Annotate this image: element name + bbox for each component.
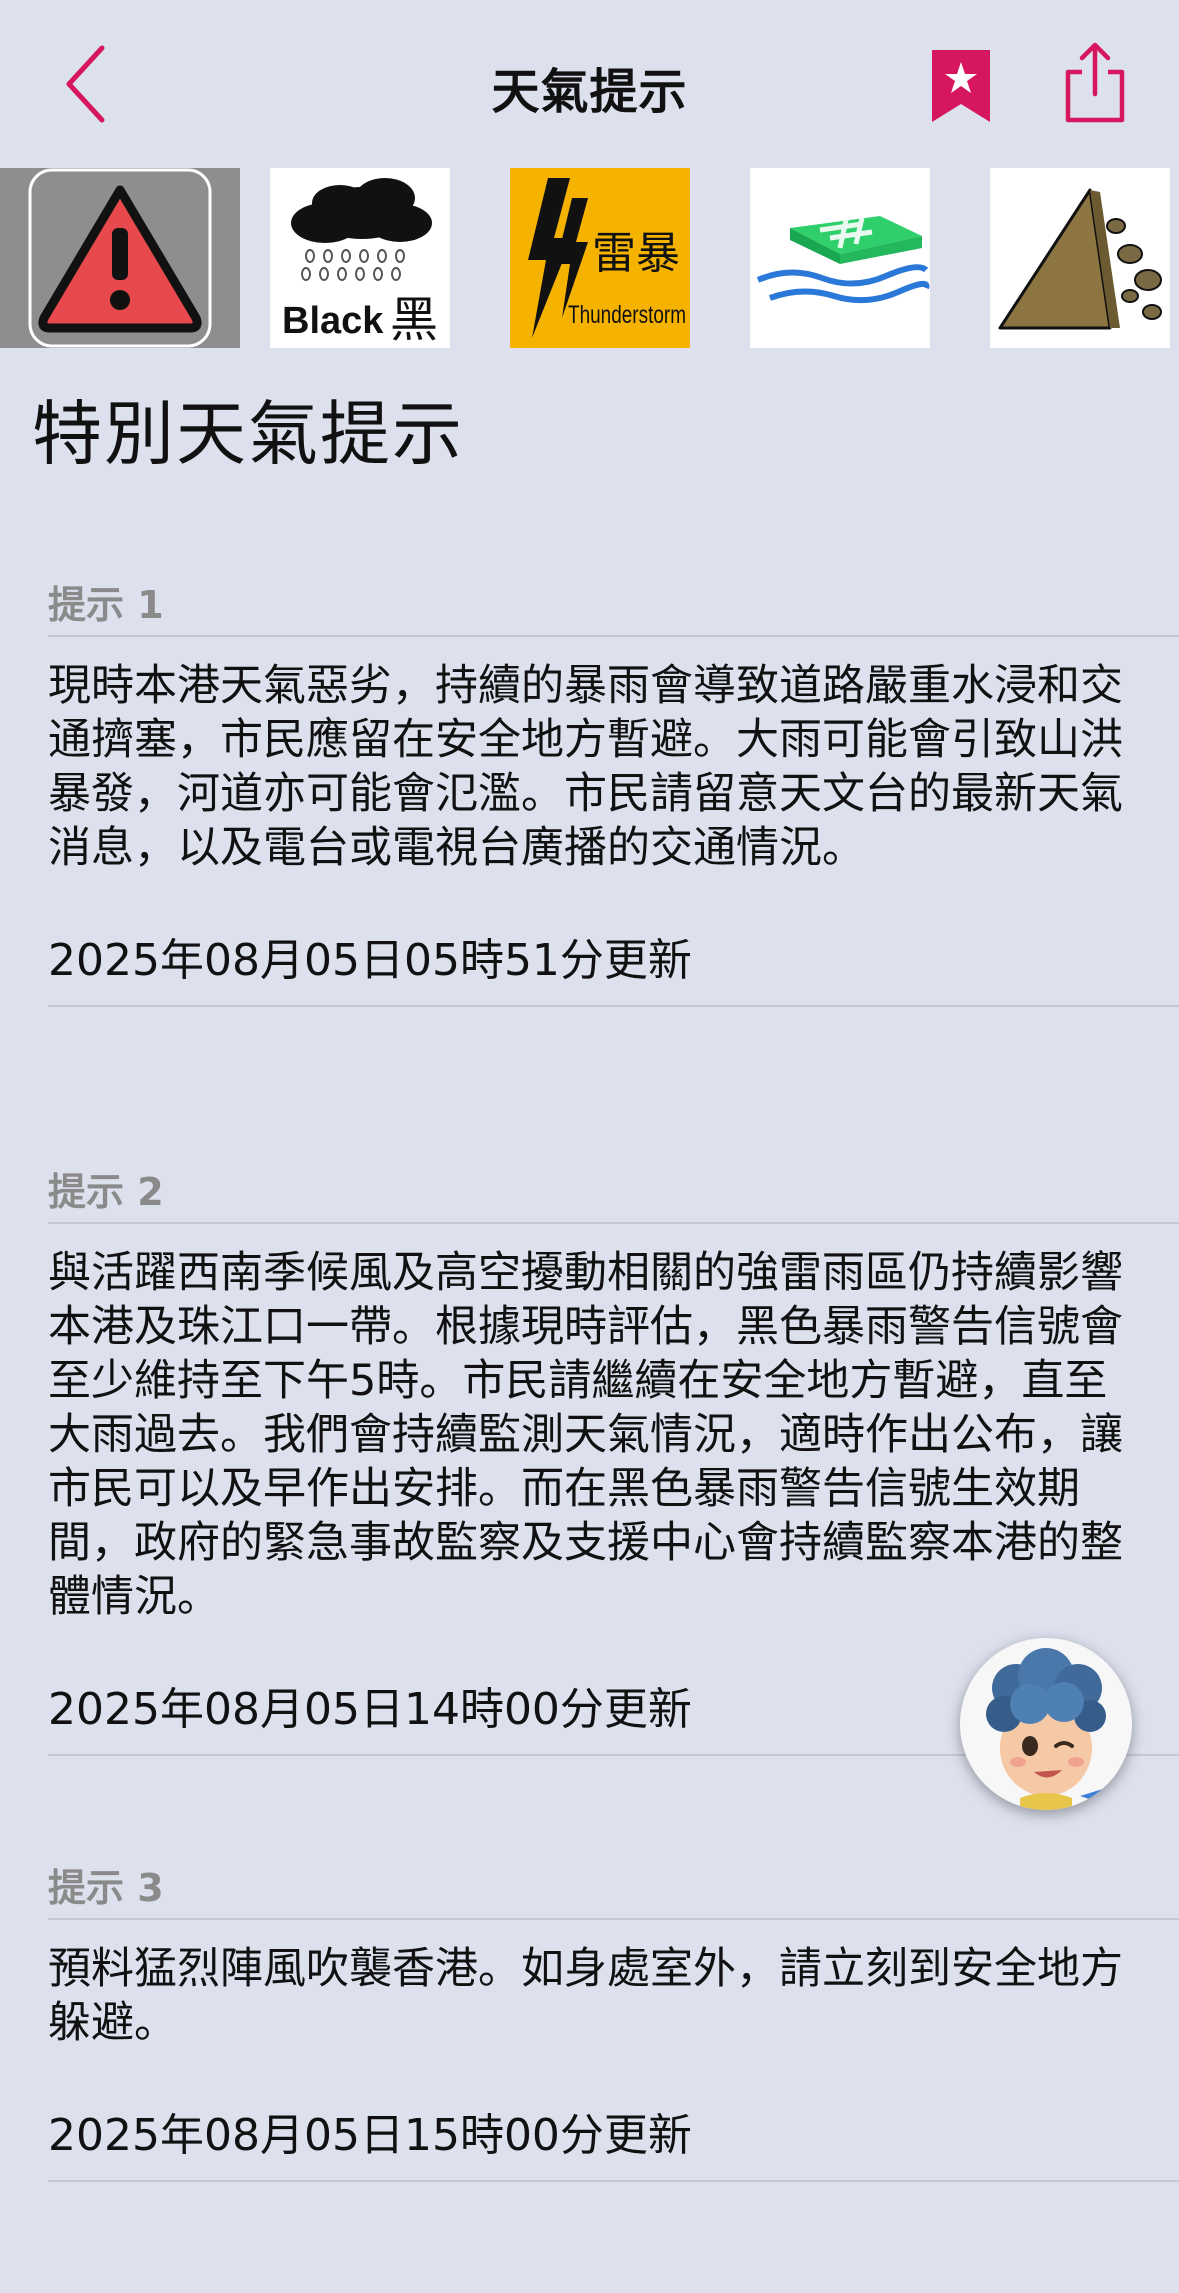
tip-updated-time: 2025年08月05日05時51分更新 [48, 935, 692, 986]
thunderstorm-warning-icon: 雷暴 Thunderstorm [510, 168, 690, 348]
tip-label: 提示 3 [48, 1866, 164, 1910]
black-rainstorm-label-zh: 黑 [390, 292, 438, 348]
divider [48, 635, 1179, 637]
tip-body: 與活躍西南季候風及高空擾動相關的強雷雨區仍持續影響本港及珠江口一帶。根據現時評估… [48, 1248, 1123, 1622]
landslip-tile[interactable] [990, 168, 1170, 348]
bookmark-button[interactable] [930, 48, 992, 124]
tip-section-3: 提示 3 預料猛烈陣風吹襲香港。如身處室外，請立刻到安全地方躲避。 2025年0… [48, 1858, 1179, 2182]
share-button[interactable] [1060, 40, 1130, 124]
tip-label: 提示 2 [48, 1170, 164, 1214]
divider [48, 2180, 1179, 2182]
flooding-tile[interactable] [750, 168, 930, 348]
app-screen: 天氣提示 Black 黑 雷暴 Thunderstorm 特別天氣提示 提示 1… [0, 0, 1179, 2293]
tip-body: 現時本港天氣惡劣，持續的暴雨會導致道路嚴重水浸和交通擠塞，市民應留在安全地方暫避… [48, 661, 1123, 873]
black-rainstorm-label-en: Black [282, 300, 384, 342]
tip-updated-time: 2025年08月05日15時00分更新 [48, 2110, 692, 2161]
divider [48, 1222, 1179, 1224]
special-weather-tips-icon [28, 168, 212, 348]
tip-label: 提示 1 [48, 583, 164, 627]
page-title: 特別天氣提示 [32, 393, 464, 475]
landslip-icon [990, 168, 1170, 348]
nav-bar: 天氣提示 [0, 0, 1179, 165]
bookmark-star-icon [932, 50, 990, 122]
black-rainstorm-tile[interactable]: Black 黑 [270, 168, 450, 348]
tip-section-1: 提示 1 現時本港天氣惡劣，持續的暴雨會導致道路嚴重水浸和交通擠塞，市民應留在安… [48, 575, 1179, 1007]
thunderstorm-tile[interactable]: 雷暴 Thunderstorm [510, 168, 690, 348]
tip-body: 預料猛烈陣風吹襲香港。如身處室外，請立刻到安全地方躲避。 [48, 1944, 1123, 2048]
thunderstorm-label-en: Thunderstorm [568, 301, 686, 329]
black-rainstorm-icon: Black 黑 [270, 168, 450, 348]
divider [48, 1918, 1179, 1920]
warning-icon-strip: Black 黑 雷暴 Thunderstorm [0, 168, 1179, 348]
share-icon [1065, 42, 1125, 123]
special-weather-tips-tile[interactable] [0, 168, 240, 348]
assistant-avatar-button[interactable] [960, 1638, 1132, 1810]
flooding-northern-nt-icon [750, 168, 930, 348]
divider [48, 1005, 1179, 1007]
thunderstorm-label-zh: 雷暴 [592, 228, 680, 279]
nav-title: 天氣提示 [491, 64, 688, 120]
assistant-avatar-icon [960, 1638, 1132, 1810]
